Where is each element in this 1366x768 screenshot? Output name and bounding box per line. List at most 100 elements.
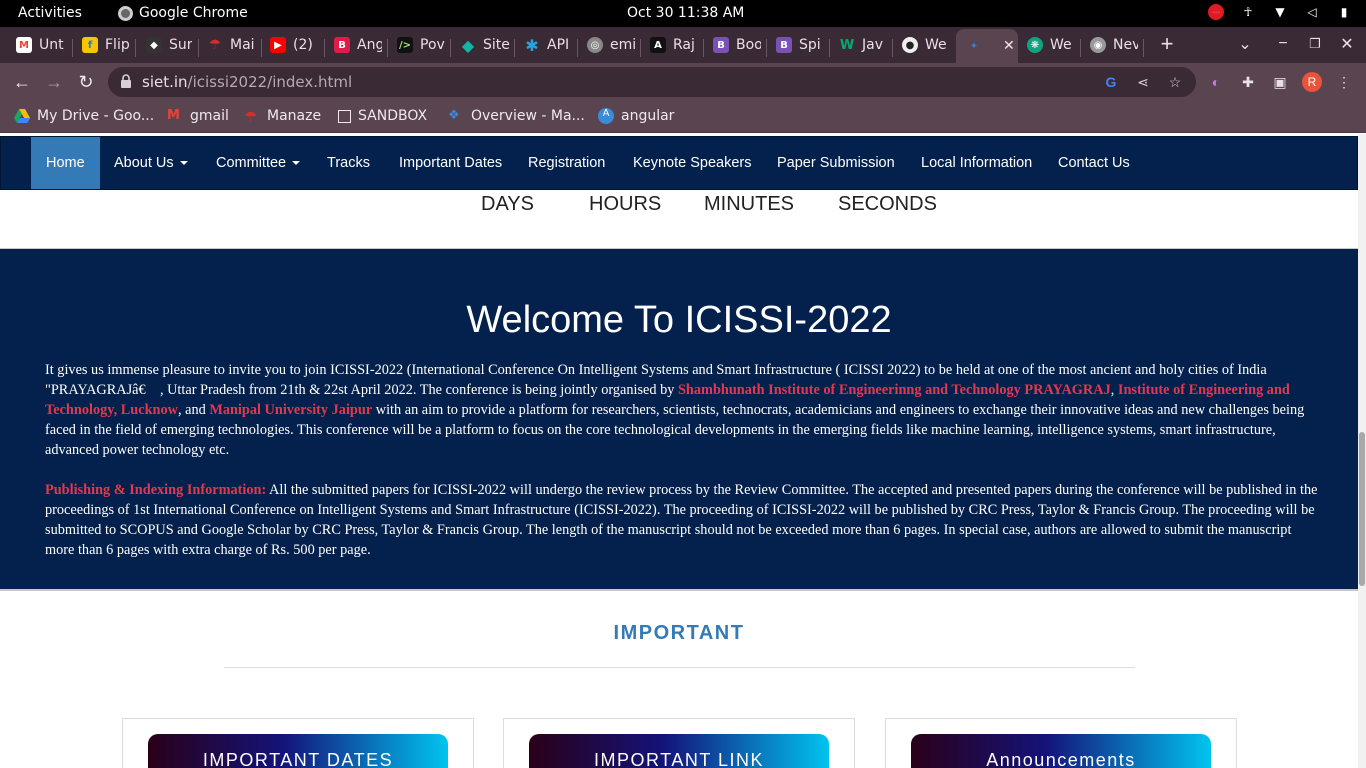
clock[interactable]: Oct 30 11:38 AM (627, 5, 744, 21)
browser-tab[interactable]: ◉ Nev (1088, 32, 1138, 58)
bookmark-item[interactable]: My Drive - Goo... (14, 108, 154, 124)
browser-tab[interactable]: ◆ Sur (144, 32, 192, 58)
reload-icon[interactable]: ↻ (73, 69, 99, 95)
bookmark-label: My Drive - Goo... (37, 108, 155, 124)
announcements-button[interactable]: Announcements (911, 734, 1211, 768)
countdown-minutes-label: MINUTES (704, 193, 794, 215)
web-page: Home About Us Committee Tracks Important… (0, 134, 1358, 768)
kebab-menu-icon[interactable]: ⋮ (1335, 73, 1353, 91)
tab-label: API (547, 37, 570, 53)
battery-icon[interactable]: ▮ (1336, 4, 1352, 20)
puzzle-icon[interactable]: ✚ (1239, 73, 1257, 91)
do-not-disturb-icon[interactable]: − (1208, 4, 1224, 20)
restore-icon[interactable]: ❐ (1302, 31, 1328, 57)
app-menu[interactable]: Google Chrome (118, 5, 248, 21)
tab-label: Pov (420, 37, 445, 53)
important-dates-card: IMPORTANT DATES (122, 718, 474, 768)
countdown-hours-label: HOURS (589, 193, 662, 215)
nav-home[interactable]: Home (31, 137, 100, 189)
welcome-section: Welcome To ICISSI-2022 It gives us immen… (0, 248, 1358, 591)
tab-label: Mai (230, 37, 255, 53)
important-heading: IMPORTANT (613, 622, 745, 644)
site-navbar: Home About Us Committee Tracks Important… (0, 136, 1358, 190)
browser-tab[interactable]: /> Pov (395, 32, 445, 58)
browser-tab[interactable]: f Flip (80, 32, 130, 58)
close-window-icon[interactable]: ✕ (1334, 31, 1360, 57)
bookmarks-bar: My Drive - Goo... Mgmail ☂ Manaze SANDBOX… (0, 101, 1366, 133)
nav-about-us[interactable]: About Us (99, 137, 203, 189)
profile-avatar[interactable]: R (1302, 72, 1322, 92)
minimize-icon[interactable]: − (1270, 31, 1296, 57)
wifi-icon[interactable]: ▼ (1272, 4, 1288, 20)
browser-tab[interactable]: ◎ emi (585, 32, 635, 58)
important-link-card: IMPORTANT LINK (503, 718, 855, 768)
nav-local-information[interactable]: Local Information (906, 137, 1047, 189)
activities-button[interactable]: Activities (18, 5, 82, 21)
bookmark-item[interactable]: Mgmail (167, 108, 229, 124)
browser-tab[interactable]: ✱ API (522, 32, 572, 58)
github-icon: ● (902, 37, 918, 53)
org-link-siet[interactable]: Shambhunath Institute of Engineerinng an… (678, 382, 1111, 398)
angular-icon: A (598, 108, 614, 124)
nav-committee[interactable]: Committee (201, 137, 315, 189)
umbrella-icon: ☂ (244, 108, 258, 126)
browser-tab[interactable]: ☂ Mai (205, 32, 255, 58)
browser-tab[interactable]: M Unt (14, 32, 66, 58)
scrollbar-thumb[interactable] (1359, 432, 1365, 586)
nav-label: Committee (216, 155, 287, 171)
page-scrollbar[interactable] (1358, 134, 1366, 768)
new-tab-button[interactable]: + (1154, 31, 1180, 57)
browser-tab[interactable]: ❋ We (1025, 32, 1075, 58)
bookmark-star-icon[interactable]: ☆ (1166, 73, 1184, 91)
google-lens-icon[interactable]: G (1102, 73, 1120, 91)
publishing-label: Publishing & Indexing Information: (45, 482, 267, 498)
important-link-button[interactable]: IMPORTANT LINK (529, 734, 829, 768)
bookmark-label: SANDBOX (358, 108, 428, 124)
browser-tab[interactable]: W Jav (837, 32, 887, 58)
app-name: Google Chrome (139, 5, 248, 21)
browser-tab[interactable]: B Boo (711, 32, 761, 58)
important-dates-button[interactable]: IMPORTANT DATES (148, 734, 448, 768)
volume-muted-icon[interactable]: ◁ (1304, 4, 1320, 20)
tab-label: (2) (293, 37, 313, 53)
bookmark-label: Manaze (267, 108, 322, 124)
nav-registration[interactable]: Registration (513, 137, 620, 189)
browser-tab[interactable]: B Spi (774, 32, 824, 58)
system-top-bar: Activities Google Chrome Oct 30 11:38 AM… (0, 0, 1366, 27)
youtube-icon: ▶ (270, 37, 286, 53)
back-icon[interactable]: ← (9, 69, 35, 95)
nav-paper-submission[interactable]: Paper Submission (762, 137, 910, 189)
nav-important-dates[interactable]: Important Dates (384, 137, 517, 189)
diamond-icon: ◆ (461, 35, 475, 55)
caret-down-icon (292, 161, 301, 165)
nav-keynote-speakers[interactable]: Keynote Speakers (618, 137, 767, 189)
chatgpt-icon: ❋ (1027, 37, 1043, 53)
browser-tab-active[interactable]: ✦ ✕ (956, 29, 1018, 63)
browser-tab[interactable]: A Raj (648, 32, 698, 58)
nav-tracks[interactable]: Tracks (312, 137, 385, 189)
browser-tab[interactable]: ● We (900, 32, 950, 58)
forward-icon[interactable]: → (41, 69, 67, 95)
browser-tab[interactable]: ◆ Site (458, 32, 510, 58)
address-bar[interactable]: siet.in/icissi2022/index.html G ⋖ ☆ (108, 67, 1196, 97)
bookmark-item[interactable]: ❖ Overview - Ma... (448, 108, 585, 124)
tab-close-icon[interactable]: ✕ (1003, 38, 1015, 54)
browser-tab[interactable]: B Ang (332, 32, 382, 58)
bookmark-item[interactable]: ☂ Manaze (244, 108, 322, 126)
share-icon[interactable]: ⋖ (1134, 73, 1152, 91)
bookmark-item[interactable]: SANDBOX (338, 108, 427, 124)
chrome-icon: ◉ (1090, 37, 1106, 53)
system-tray[interactable]: − ☥ ▼ ◁ ▮ (1208, 4, 1352, 20)
extension-icon[interactable]: ◐ (1207, 73, 1225, 91)
org-link-manipal[interactable]: Manipal University Jaipur (209, 402, 372, 418)
publishing-paragraph: Publishing & Indexing Information: All t… (45, 480, 1320, 560)
accessibility-icon[interactable]: ☥ (1240, 4, 1256, 20)
side-panel-icon[interactable]: ▣ (1271, 73, 1289, 91)
tab-strip: M Unt f Flip ◆ Sur ☂ Mai ▶ (2) B Ang /> Pov ◆ Si… (0, 27, 1366, 63)
terminal-icon: /> (397, 37, 413, 53)
nav-contact-us[interactable]: Contact Us (1043, 137, 1145, 189)
tab-search-icon[interactable]: ⌄ (1232, 31, 1258, 57)
bookmark-item[interactable]: Aangular (598, 108, 674, 124)
url-text[interactable]: siet.in/icissi2022/index.html (142, 73, 352, 91)
browser-tab[interactable]: ▶ (2) (268, 32, 321, 58)
